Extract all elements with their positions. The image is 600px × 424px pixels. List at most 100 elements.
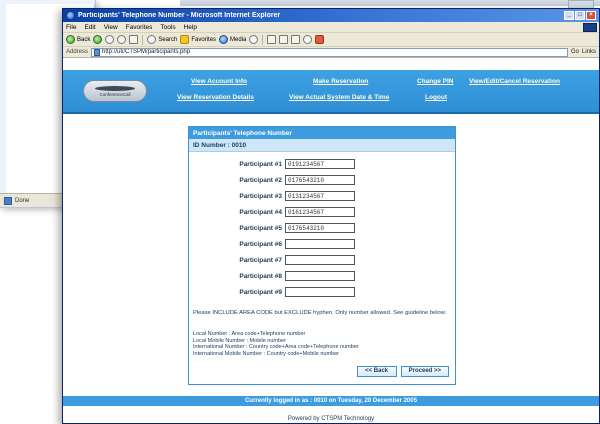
back-arrow-icon [66, 35, 75, 44]
menu-file[interactable]: File [66, 24, 76, 31]
back-button[interactable]: Back [66, 35, 90, 44]
participant-label: Participant #8 [239, 272, 282, 280]
page-done-icon [4, 196, 12, 205]
internet-explorer-icon [66, 11, 75, 20]
login-status-bar: Currently logged in as : 0010 on Tuesday… [63, 396, 599, 406]
favorites-button[interactable]: Favorites [180, 35, 216, 44]
logo-swoosh-icon [95, 85, 135, 91]
participants-form: Participants' Telephone Number ID Number… [188, 126, 456, 385]
form-title: Participants' Telephone Number [189, 127, 455, 139]
participant-3-input[interactable] [285, 191, 355, 201]
edit-icon[interactable] [291, 35, 301, 44]
participant-row: Participant #8 [189, 269, 455, 283]
history-icon[interactable] [249, 35, 259, 44]
conference-call-logo[interactable]: ConferenceCall [83, 80, 147, 102]
participant-label: Participant #2 [239, 176, 282, 184]
id-number: ID Number : 0010 [189, 139, 455, 152]
discuss-icon[interactable] [303, 35, 313, 44]
phone-format-note: Please INCLUDE AREA CODE but EXCLUDE hyp… [193, 310, 447, 316]
participant-row: Participant #7 [189, 253, 455, 267]
phone-format-guidelines: Local Number : Area code+Telephone numbe… [193, 331, 451, 357]
print-icon[interactable] [279, 35, 289, 44]
participant-row: Participant #9 [189, 285, 455, 299]
address-bar: Address http://uti/CTSPM/participants.ph… [63, 47, 599, 58]
nav-view-account-info[interactable]: View Account Info [191, 78, 247, 85]
participant-label: Participant #9 [239, 288, 282, 296]
back-form-button[interactable]: << Back [356, 366, 397, 377]
search-label: Search [158, 36, 178, 43]
participant-row: Participant #5 [189, 221, 455, 235]
nav-view-system-date-time[interactable]: View Actual System Date & Time [289, 94, 389, 101]
favorites-star-icon [180, 35, 190, 44]
forward-arrow-icon[interactable] [93, 35, 103, 44]
participant-6-input[interactable] [285, 239, 355, 249]
proceed-button[interactable]: Proceed >> [400, 366, 449, 377]
back-label: Back [77, 36, 91, 43]
media-label: Media [230, 36, 247, 43]
menu-favorites[interactable]: Favorites [126, 24, 153, 31]
participant-2-input[interactable] [285, 175, 355, 185]
participant-5-input[interactable] [285, 223, 355, 233]
toolbar: Back Search Favorites Media [63, 33, 599, 47]
participant-label: Participant #1 [239, 160, 282, 168]
refresh-icon[interactable] [117, 35, 127, 44]
participant-8-input[interactable] [285, 271, 355, 281]
media-icon [219, 35, 229, 44]
home-icon[interactable] [129, 35, 139, 44]
participant-label: Participant #5 [239, 224, 282, 232]
powered-by-text: Powered by CTSPM Technology [287, 416, 375, 422]
participant-1-input[interactable] [285, 159, 355, 169]
logo-text: ConferenceCall [99, 91, 131, 97]
window-title: Participants' Telephone Number - Microso… [78, 12, 281, 19]
stop-icon[interactable] [105, 35, 115, 44]
menu-bar: File Edit View Favorites Tools Help [63, 22, 599, 33]
page-icon [94, 48, 101, 56]
nav-logout[interactable]: Logout [425, 94, 447, 101]
media-button[interactable]: Media [219, 35, 246, 44]
mail-icon[interactable] [267, 35, 277, 44]
participant-row: Participant #2 [189, 173, 455, 187]
go-button[interactable]: Go [571, 49, 579, 55]
nav-make-reservation[interactable]: Make Reservation [313, 78, 368, 85]
site-header: ConferenceCall View Account Info Make Re… [63, 70, 599, 114]
favorites-label: Favorites [191, 36, 217, 43]
page-content: ConferenceCall View Account Info Make Re… [63, 70, 599, 423]
title-bar[interactable]: Participants' Telephone Number - Microso… [63, 9, 599, 22]
nav-view-reservation-details[interactable]: View Reservation Details [177, 94, 254, 101]
links-button[interactable]: Links [582, 49, 596, 55]
participant-9-input[interactable] [285, 287, 355, 297]
menu-tools[interactable]: Tools [160, 24, 175, 31]
address-input[interactable]: http://uti/CTSPM/participants.php [91, 47, 568, 57]
participant-4-input[interactable] [285, 207, 355, 217]
minimize-button[interactable]: _ [564, 11, 574, 20]
participant-row: Participant #1 [189, 157, 455, 171]
menu-help[interactable]: Help [184, 24, 197, 31]
background-status-text: Done [15, 197, 30, 204]
toolbar-separator [262, 34, 264, 45]
menu-view[interactable]: View [104, 24, 118, 31]
maximize-button[interactable]: □ [575, 11, 585, 20]
format-line: International Mobile Number : Country co… [193, 350, 339, 357]
search-button[interactable]: Search [147, 35, 177, 44]
menu-edit[interactable]: Edit [84, 24, 95, 31]
form-buttons: << Back Proceed >> [356, 366, 449, 377]
nav-change-pin[interactable]: Change PIN [417, 78, 453, 85]
windows-logo-icon [583, 23, 597, 32]
messenger-icon[interactable] [315, 35, 325, 44]
toolbar-separator [142, 34, 144, 45]
participant-row: Participant #4 [189, 205, 455, 219]
address-url: http://uti/CTSPM/participants.php [102, 49, 191, 55]
main-navigation: View Account Info Make Reservation Chang… [167, 70, 599, 112]
search-icon [147, 35, 157, 44]
participant-label: Participant #6 [239, 240, 282, 248]
close-button[interactable]: × [586, 11, 596, 20]
address-label: Address [66, 49, 89, 55]
logo-area: ConferenceCall [63, 70, 167, 112]
participant-7-input[interactable] [285, 255, 355, 265]
participant-label: Participant #4 [239, 208, 282, 216]
nav-view-edit-cancel-reservation[interactable]: View/Edit/Cancel Reservation [469, 78, 560, 85]
participant-label: Participant #3 [239, 192, 282, 200]
browser-window: Participants' Telephone Number - Microso… [62, 8, 600, 424]
participant-row: Participant #6 [189, 237, 455, 251]
background-window-top-edge [180, 0, 600, 6]
